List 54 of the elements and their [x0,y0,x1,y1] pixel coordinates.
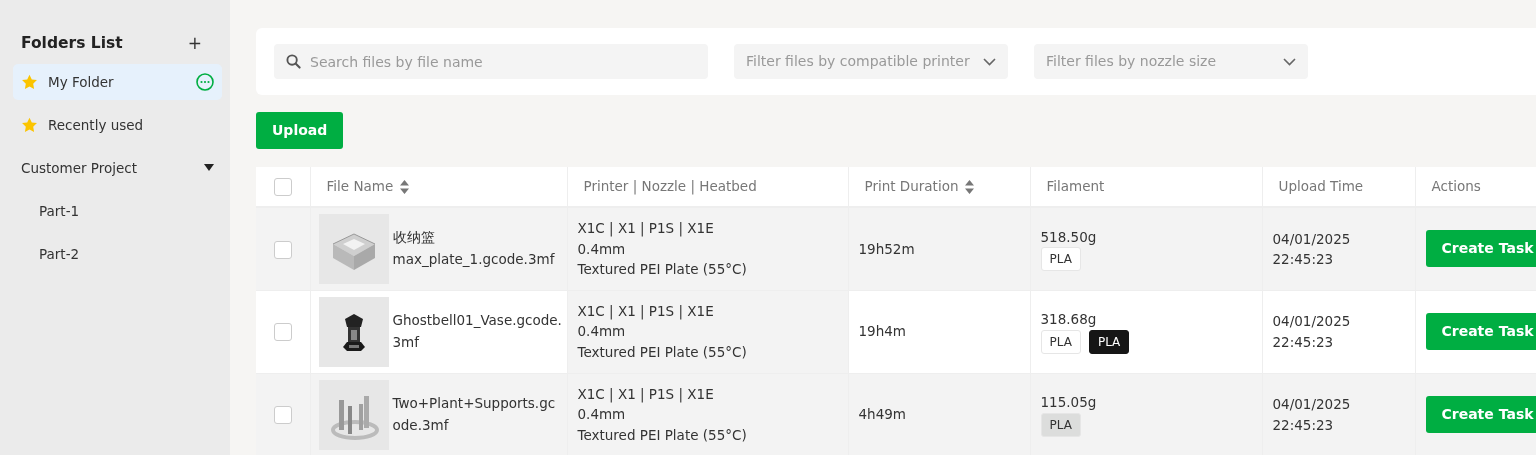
heatbed-plate: Textured PEI Plate (55°C) [577,425,748,445]
column-header: Upload Time [1278,177,1364,197]
chevron-down-icon [1283,57,1296,66]
folder-item[interactable]: My Folder [13,64,222,100]
printer-list: X1C | X1 | P1S | X1E [577,301,838,322]
file-name: 收纳篮 max_plate_1.gcode.3mf [392,228,555,269]
column-header: Printer | Nozzle | Heatbed [583,177,757,197]
search-field[interactable]: Search files by file name [274,44,708,79]
file-name: Ghostbell01_Vase.gcode. 3mf [392,310,562,352]
print-duration: 19h52m [858,240,915,257]
more-icon[interactable] [196,73,214,91]
print-duration: 19h4m [858,323,906,340]
nozzle-size: 0.4mm [577,322,627,342]
filament-weight: 115.05g [1040,393,1098,413]
upload-date: 04/01/2025 [1272,229,1352,249]
chevron-down-icon [983,57,996,66]
add-folder-button[interactable]: + [187,31,202,57]
column-header: File Name [326,177,394,197]
upload-time: 22:45:23 [1272,332,1335,352]
nozzle-size: 0.4mm [577,239,627,259]
filament-weight: 518.50g [1040,227,1098,247]
row-checkbox[interactable] [273,406,292,425]
filament-weight: 318.68g [1040,310,1098,330]
select-all-checkbox[interactable] [273,178,292,197]
printer-list: X1C | X1 | P1S | X1E [577,218,838,239]
upload-date: 04/01/2025 [1272,312,1352,332]
filament-tag: PLA [1040,329,1081,354]
filament-tag: PLA [1088,329,1130,354]
folder-item[interactable]: Recently used [13,107,222,143]
heatbed-plate: Textured PEI Plate (55°C) [577,259,748,279]
sort-icon[interactable] [965,179,975,194]
upload-time: 22:45:23 [1272,249,1335,269]
folder-item[interactable]: Part-2 [13,236,222,272]
caret-icon[interactable] [204,164,214,172]
folder-item[interactable]: Customer Project [13,150,222,186]
star-icon [21,117,38,133]
sidebar-title: Folders List [21,33,123,55]
sort-icon[interactable] [400,179,410,194]
filament-tag: PLA [1040,412,1081,437]
folder-item[interactable]: Part-1 [13,193,222,229]
printer-list: X1C | X1 | P1S | X1E [577,384,838,405]
filament-tag: PLA [1040,246,1081,271]
column-header: Filament [1046,177,1105,197]
row-checkbox[interactable] [273,240,292,259]
star-icon [21,74,38,90]
row-checkbox[interactable] [273,323,292,342]
heatbed-plate: Textured PEI Plate (55°C) [577,342,748,362]
column-header: Print Duration [864,177,959,197]
nozzle-size: 0.4mm [577,405,627,425]
print-duration: 4h49m [858,406,906,423]
upload-date: 04/01/2025 [1272,395,1352,415]
file-name: Two+Plant+Supports.gc ode.3mf [392,393,556,435]
column-header: Actions [1431,177,1481,197]
upload-time: 22:45:23 [1272,415,1335,435]
